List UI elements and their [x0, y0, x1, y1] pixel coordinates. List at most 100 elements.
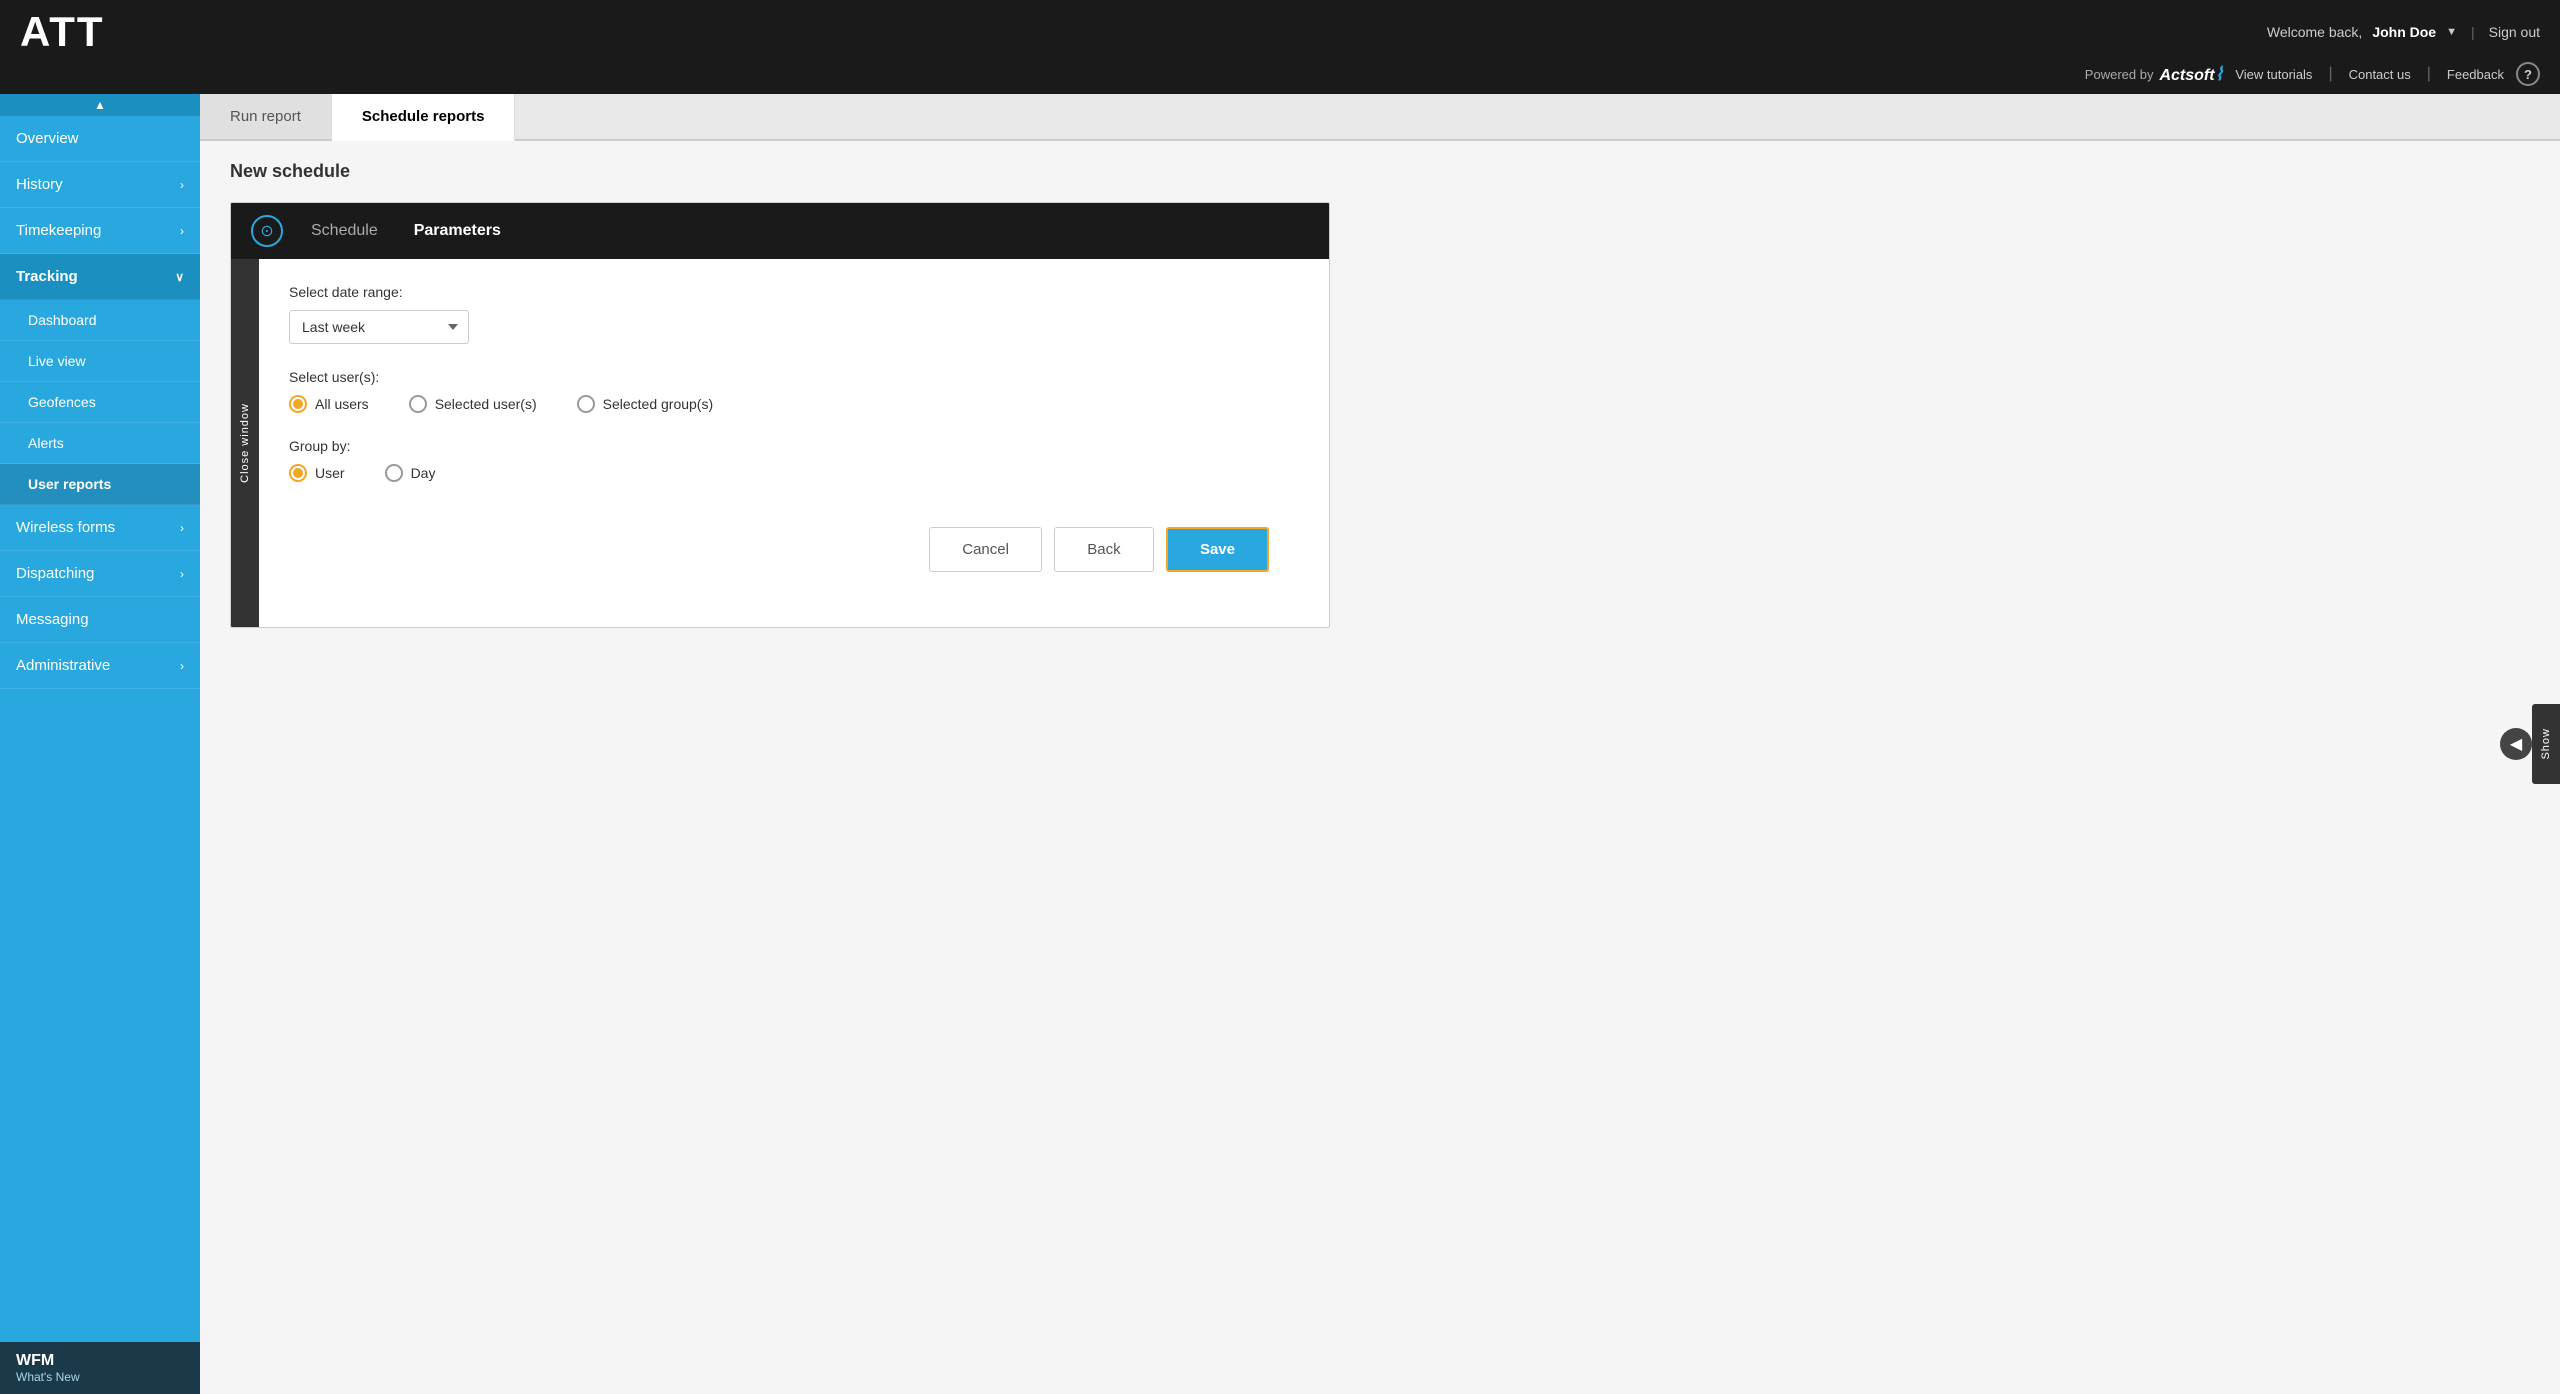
separator3: | [2427, 65, 2431, 83]
user-dropdown-arrow[interactable]: ▼ [2446, 26, 2457, 38]
sidebar-sub-item-liveview[interactable]: Live view [0, 341, 200, 382]
group-by-section: Group by: User Day [289, 438, 1299, 482]
sidebar-administrative-label: Administrative [16, 657, 110, 674]
sidebar-timekeeping-label: Timekeeping [16, 222, 101, 239]
cancel-button[interactable]: Cancel [929, 527, 1042, 572]
main-content: New schedule ⊙ Schedule Parameters Close… [200, 141, 2560, 1394]
tab-schedule-reports-label: Schedule reports [362, 108, 485, 125]
sidebar: ▲ Overview History › Timekeeping › Track… [0, 94, 200, 1394]
chevron-right-icon: › [180, 224, 184, 238]
separator1: | [2471, 24, 2475, 40]
chevron-down-icon: ∨ [175, 270, 184, 284]
sidebar-footer-subtitle[interactable]: What's New [16, 1370, 184, 1384]
feedback-link[interactable]: Feedback [2447, 67, 2504, 82]
group-day-label: Day [411, 465, 436, 481]
sidebar-footer-title: WFM [16, 1352, 184, 1370]
radio-option-selected-users[interactable]: Selected user(s) [409, 395, 537, 413]
select-users-label: Select user(s): [289, 369, 1299, 385]
panel-header: ⊙ Schedule Parameters [231, 203, 1329, 259]
help-button[interactable]: ? [2516, 62, 2540, 86]
radio-selected-users[interactable] [409, 395, 427, 413]
powered-by: Powered by Actsoft⌇ [2085, 64, 2224, 85]
sidebar-item-messaging[interactable]: Messaging [0, 597, 200, 643]
main-layout: ▲ Overview History › Timekeeping › Track… [0, 94, 2560, 1394]
sidebar-dispatching-label: Dispatching [16, 565, 94, 582]
sidebar-user-reports-label: User reports [28, 476, 111, 492]
radio-group-user[interactable] [289, 464, 307, 482]
sidebar-liveview-label: Live view [28, 353, 86, 369]
show-label: Show [2540, 728, 2552, 760]
radio-option-selected-groups[interactable]: Selected group(s) [577, 395, 714, 413]
date-range-select[interactable]: Last week This week Last month This mont… [289, 310, 469, 344]
welcome-text: Welcome back, [2267, 24, 2362, 40]
radio-option-day[interactable]: Day [385, 464, 436, 482]
panel-tab-parameters[interactable]: Parameters [406, 218, 509, 244]
separator2: | [2328, 65, 2332, 83]
side-show-tab[interactable]: Show [2532, 704, 2560, 784]
radio-selected-groups[interactable] [577, 395, 595, 413]
panel-body: Close window Select date range: Last wee… [231, 259, 1329, 627]
content-area: Run report Schedule reports New schedule… [200, 94, 2560, 1394]
contact-us-link[interactable]: Contact us [2349, 67, 2411, 82]
sidebar-overview-label: Overview [16, 130, 79, 147]
radio-all-users[interactable] [289, 395, 307, 413]
sidebar-history-label: History [16, 176, 63, 193]
group-by-label: Group by: [289, 438, 1299, 454]
sidebar-messaging-label: Messaging [16, 611, 89, 628]
radio-option-user[interactable]: User [289, 464, 345, 482]
powered-by-text: Powered by [2085, 67, 2154, 82]
sidebar-item-tracking[interactable]: Tracking ∨ [0, 254, 200, 300]
chevron-right-icon: › [180, 178, 184, 192]
page-title: New schedule [230, 161, 2530, 182]
save-button[interactable]: Save [1166, 527, 1269, 572]
schedule-panel: ⊙ Schedule Parameters Close window Selec… [230, 202, 1330, 628]
sign-out-link[interactable]: Sign out [2489, 24, 2540, 40]
sidebar-sub-item-geofences[interactable]: Geofences [0, 382, 200, 423]
sidebar-item-overview[interactable]: Overview [0, 116, 200, 162]
header-right-top: Welcome back, John Doe ▼ | Sign out [2267, 24, 2540, 40]
logo: ATT [20, 8, 105, 56]
sidebar-alerts-label: Alerts [28, 435, 64, 451]
sidebar-scroll-up[interactable]: ▲ [0, 94, 200, 116]
header-row1: ATT Welcome back, John Doe ▼ | Sign out [0, 0, 2560, 60]
sidebar-wireless-forms-label: Wireless forms [16, 519, 115, 536]
nav-circle-icon[interactable]: ⊙ [251, 215, 283, 247]
sidebar-item-history[interactable]: History › [0, 162, 200, 208]
selected-groups-label: Selected group(s) [603, 396, 714, 412]
action-buttons: Cancel Back Save [289, 507, 1299, 602]
sidebar-geofences-label: Geofences [28, 394, 96, 410]
radio-group-day[interactable] [385, 464, 403, 482]
tabs-bar: Run report Schedule reports [200, 94, 2560, 141]
top-header: ATT Welcome back, John Doe ▼ | Sign out … [0, 0, 2560, 94]
actsoft-logo: Actsoft⌇ [2159, 64, 2223, 85]
sidebar-tracking-label: Tracking [16, 268, 78, 285]
back-button[interactable]: Back [1054, 527, 1154, 572]
close-window-tab[interactable]: Close window [231, 259, 259, 627]
schedule-form: Select date range: Last week This week L… [259, 259, 1329, 627]
sidebar-dashboard-label: Dashboard [28, 312, 97, 328]
sidebar-sub-item-dashboard[interactable]: Dashboard [0, 300, 200, 341]
close-window-label: Close window [239, 403, 251, 483]
tab-schedule-reports[interactable]: Schedule reports [332, 94, 516, 141]
selected-users-label: Selected user(s) [435, 396, 537, 412]
panel-tab-schedule[interactable]: Schedule [303, 218, 386, 244]
date-range-label: Select date range: [289, 284, 1299, 300]
radio-option-all-users[interactable]: All users [289, 395, 369, 413]
select-users-section: Select user(s): All users Selected user(… [289, 369, 1299, 413]
view-tutorials-link[interactable]: View tutorials [2235, 67, 2312, 82]
date-range-section: Select date range: Last week This week L… [289, 284, 1299, 344]
sidebar-sub-item-alerts[interactable]: Alerts [0, 423, 200, 464]
all-users-label: All users [315, 396, 369, 412]
user-name: John Doe [2372, 24, 2436, 40]
sidebar-item-dispatching[interactable]: Dispatching › [0, 551, 200, 597]
sidebar-item-timekeeping[interactable]: Timekeeping › [0, 208, 200, 254]
sidebar-sub-item-user-reports[interactable]: User reports [0, 464, 200, 505]
tab-run-report[interactable]: Run report [200, 94, 332, 139]
chevron-right-icon: › [180, 521, 184, 535]
user-radio-group: All users Selected user(s) Selected grou… [289, 395, 1299, 413]
chevron-right-icon: › [180, 567, 184, 581]
header-row2: Powered by Actsoft⌇ View tutorials | Con… [0, 60, 2560, 94]
sidebar-item-wireless-forms[interactable]: Wireless forms › [0, 505, 200, 551]
side-arrow-button[interactable]: ◀ [2500, 728, 2532, 760]
sidebar-item-administrative[interactable]: Administrative › [0, 643, 200, 689]
